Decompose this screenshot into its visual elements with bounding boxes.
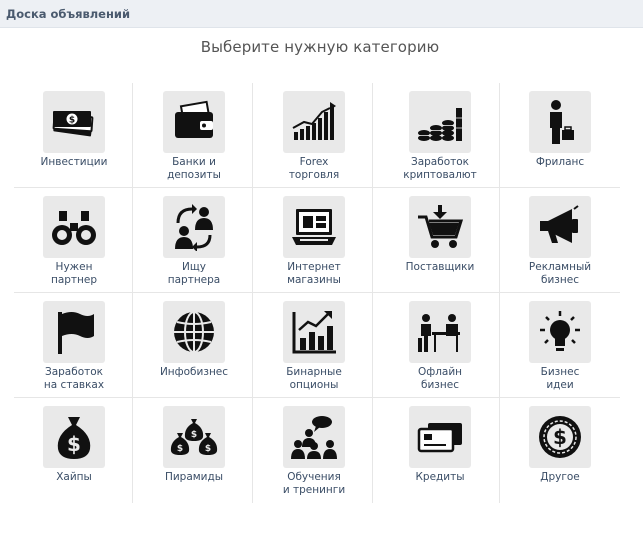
category-suppliers[interactable]: Поставщики [380,188,500,293]
credit-cards-icon [417,423,462,453]
category-freelance[interactable]: Фриланс [500,83,620,188]
lightbulb-icon-box [529,301,591,363]
svg-text:$: $ [177,444,183,454]
category-training[interactable]: Обучения и тренинги [254,398,374,503]
category-label: Хайпы [56,471,92,483]
people-exchange-icon [175,204,213,251]
money-bags-pyramid-icon: $ $ $ [170,419,218,455]
category-label: Бизнес идеи [540,366,580,391]
svg-text:$: $ [67,432,81,456]
category-betting[interactable]: Заработок на ставках [14,293,134,398]
binoculars-icon-box [43,196,105,258]
people-exchange-icon-box [163,196,225,258]
dollar-coin-icon: $ [539,416,581,458]
rising-bars-chart-icon-box [283,91,345,153]
category-label: Банки и депозиты [167,156,221,181]
flag-icon-box [43,301,105,363]
category-label: Другое [540,471,580,483]
category-label: Поставщики [405,261,475,273]
category-label: Инвестиции [40,156,108,168]
category-label: Forex торговля [288,156,340,181]
category-pyramids[interactable]: $ $ $ Пирамиды [134,398,254,503]
category-label: Нужен партнер [50,261,98,286]
binoculars-icon [52,211,96,245]
credit-cards-icon-box [409,406,471,468]
category-infobusiness[interactable]: Инфобизнес [134,293,254,398]
shopping-cart-icon [418,205,464,248]
category-label: Офлайн бизнес [417,366,463,391]
category-need-partner[interactable]: Нужен партнер [14,188,134,293]
lightbulb-icon [540,311,580,351]
svg-text:$: $ [553,425,567,449]
megaphone-icon [540,205,579,243]
office-meeting-icon [418,314,460,352]
category-label: Заработок на ставках [43,366,105,391]
office-meeting-icon-box [409,301,471,363]
shopping-cart-icon-box [409,196,471,258]
money-bag-icon-box: $ [43,406,105,468]
category-hyips[interactable]: $ Хайпы [14,398,134,503]
board-header: Доска объявлений [0,0,643,28]
businessman-icon [550,100,574,144]
category-binary-options[interactable]: Бинарные опционы [254,293,374,398]
laptop-shop-icon [292,209,336,245]
page-subtitle: Выберите нужную категорию [200,38,440,56]
category-business-ideas[interactable]: Бизнес идеи [500,293,620,398]
svg-text:$: $ [191,430,197,440]
category-label: Пирамиды [164,471,224,483]
category-online-stores[interactable]: Интернет магазины [254,188,374,293]
category-banks[interactable]: Банки и депозиты [134,83,254,188]
category-grid: $ Инвестиции Банки и депозиты Forex торг… [14,83,620,503]
board-title: Доска объявлений [6,7,131,21]
category-label: Интернет магазины [287,261,341,286]
growth-chart-icon-box [283,301,345,363]
svg-text:$: $ [205,444,211,454]
money-stack-icon-box: $ [43,91,105,153]
svg-text:$: $ [69,116,75,126]
training-audience-icon-box [283,406,345,468]
category-advertising[interactable]: Рекламный бизнес [500,188,620,293]
training-audience-icon [291,416,337,459]
businessman-icon-box [529,91,591,153]
category-seek-partner[interactable]: Ищу партнера [134,188,254,293]
coin-stacks-icon [418,108,462,141]
growth-chart-icon [292,311,336,354]
category-label: Ищу партнера [167,261,221,286]
category-label: Кредиты [415,471,465,483]
category-label: Инфобизнес [159,366,229,378]
category-offline-business[interactable]: Офлайн бизнес [380,293,500,398]
money-bag-icon: $ [57,417,91,459]
coin-stacks-icon-box [409,91,471,153]
wallet-icon-box [163,91,225,153]
category-investments[interactable]: $ Инвестиции [14,83,134,188]
category-label: Обучения и тренинги [282,471,346,496]
globe-icon [174,311,214,353]
megaphone-icon-box [529,196,591,258]
dollar-coin-icon-box: $ [529,406,591,468]
category-label: Рекламный бизнес [528,261,592,286]
money-bags-pyramid-icon-box: $ $ $ [163,406,225,468]
category-other[interactable]: $ Другое [500,398,620,503]
category-credits[interactable]: Кредиты [380,398,500,503]
category-crypto[interactable]: Заработок криптовалют [380,83,500,188]
category-label: Фриланс [535,156,585,168]
money-stack-icon: $ [52,111,94,137]
wallet-icon [175,100,213,138]
globe-icon-box [163,301,225,363]
laptop-shop-icon-box [283,196,345,258]
rising-bars-chart-icon [292,102,336,140]
flag-icon [58,312,94,354]
category-label: Заработок криптовалют [403,156,477,181]
category-label: Бинарные опционы [286,366,342,391]
category-forex[interactable]: Forex торговля [254,83,374,188]
